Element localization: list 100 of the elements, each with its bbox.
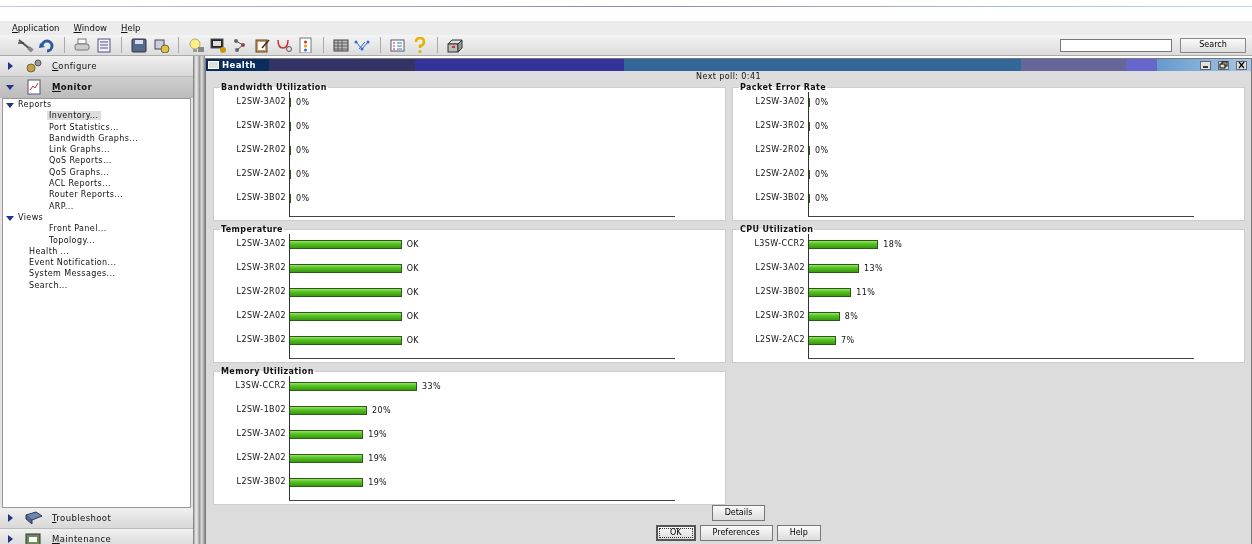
device-label: L2SW-3B02 <box>236 335 286 344</box>
value-label: OK <box>405 312 419 321</box>
value-label: OK <box>405 336 419 345</box>
device-label: L2SW-3A02 <box>236 97 286 106</box>
device-label: L2SW-2R02 <box>236 287 286 296</box>
device-label: L2SW-2AC2 <box>755 335 805 344</box>
tree-item[interactable]: Views <box>18 211 44 224</box>
window-icon <box>208 61 219 69</box>
checklist-icon[interactable] <box>95 37 113 53</box>
value-label: 0% <box>295 170 310 179</box>
device-label: L2SW-3B02 <box>755 287 805 296</box>
list-chart-icon[interactable] <box>389 37 407 53</box>
restore-icon[interactable] <box>1219 61 1228 69</box>
value-label: 0% <box>295 122 310 131</box>
device-label: L2SW-1B02 <box>236 405 286 414</box>
tree-item[interactable]: QoS Reports... <box>47 156 114 166</box>
value-label: 0% <box>814 122 829 131</box>
device-label: L2SW-3R02 <box>755 121 805 130</box>
device-label: L3SW-CCR2 <box>754 239 805 248</box>
plug-icon[interactable] <box>16 37 34 53</box>
value-label: 19% <box>367 430 388 439</box>
monitor-icon[interactable] <box>209 37 227 53</box>
splitter-handle[interactable] <box>194 56 205 544</box>
caret-down-icon[interactable] <box>6 213 14 222</box>
search-field[interactable] <box>1060 38 1172 52</box>
tree-item[interactable]: Front Panel... <box>47 224 109 234</box>
value-label: 0% <box>814 98 829 107</box>
section-header[interactable]: Maintenance <box>0 529 193 544</box>
caret-down-icon[interactable] <box>6 83 14 91</box>
value-label: 19% <box>367 454 388 463</box>
panel-title: Temperature <box>220 225 284 234</box>
value-label: 0% <box>295 146 310 155</box>
stethoscope-icon[interactable] <box>275 37 293 53</box>
window-title: Health <box>222 58 257 72</box>
value-label: 33% <box>421 382 442 391</box>
value-label: 0% <box>814 194 829 203</box>
device-label: L3SW-CCR2 <box>235 381 286 390</box>
tree-item[interactable]: Inventory... <box>47 111 101 121</box>
tree-item[interactable]: Bandwidth Graphs... <box>47 133 141 143</box>
tree-item[interactable]: ARP... <box>47 201 76 211</box>
caret-right-icon[interactable] <box>6 514 14 522</box>
device-label: L2SW-2A02 <box>236 453 286 462</box>
value-label: 0% <box>295 194 310 203</box>
device-label: L2SW-2A02 <box>236 311 286 320</box>
menu-item[interactable]: Application <box>12 21 60 35</box>
section-icon <box>24 78 44 96</box>
tree-item[interactable]: System Messages... <box>29 269 116 279</box>
caret-down-icon[interactable] <box>6 100 14 109</box>
tree-item[interactable]: Port Statistics... <box>47 122 121 132</box>
tree-item[interactable]: Health ... <box>29 246 70 256</box>
device-label: L2SW-3R02 <box>755 311 805 320</box>
next-poll-text: Next poll: 0:41 <box>696 71 761 83</box>
section-icon <box>24 57 44 75</box>
tree-item[interactable]: Search... <box>29 280 68 290</box>
device-label: L2SW-3A02 <box>236 239 286 248</box>
section-header[interactable]: Configure <box>0 56 193 77</box>
menu-item[interactable]: Help <box>121 21 141 35</box>
tree-item[interactable]: Event Notification... <box>29 258 117 268</box>
document-icon[interactable] <box>297 37 315 53</box>
caret-right-icon[interactable] <box>6 535 14 543</box>
value-label: 0% <box>295 98 310 107</box>
box-icon[interactable] <box>446 37 464 53</box>
value-label: 8% <box>843 312 859 321</box>
section-header[interactable]: Monitor <box>0 77 193 98</box>
value-label: 13% <box>863 264 884 273</box>
value-label: 11% <box>855 288 876 297</box>
value-label: OK <box>405 264 419 273</box>
device-label: L2SW-2A02 <box>236 169 286 178</box>
value-label: 0% <box>814 170 829 179</box>
value-label: 0% <box>814 146 829 155</box>
close-icon[interactable] <box>1237 61 1246 69</box>
tree-item[interactable]: Router Reports... <box>47 190 126 200</box>
value-label: OK <box>405 288 419 297</box>
tree-item[interactable]: ACL Reports... <box>47 179 113 189</box>
device-label: L2SW-3R02 <box>236 263 286 272</box>
menu-item[interactable]: Window <box>73 21 108 35</box>
dialog-button[interactable]: Help <box>776 525 821 541</box>
tree-item[interactable]: Topology... <box>47 235 98 245</box>
tree-item[interactable]: QoS Graphs... <box>47 167 112 177</box>
search-button[interactable]: Search <box>1180 37 1246 53</box>
panel-title: Memory Utilization <box>220 367 315 376</box>
tree-item[interactable]: Link Graphs... <box>47 145 112 155</box>
device-label: L2SW-2R02 <box>755 145 805 154</box>
details-button[interactable]: Details <box>711 505 766 521</box>
caret-right-icon[interactable] <box>6 62 14 70</box>
section-icon <box>24 530 44 544</box>
value-label: 20% <box>371 406 391 415</box>
server-rack-icon[interactable] <box>332 37 350 53</box>
device-label: L2SW-3B02 <box>755 193 805 202</box>
device-label: L2SW-3A02 <box>755 97 805 106</box>
value-label: 18% <box>882 240 903 249</box>
printer-icon[interactable] <box>73 37 91 53</box>
value-label: OK <box>405 240 419 249</box>
device-label: L2SW-3A02 <box>755 263 805 272</box>
tree-item[interactable]: Reports <box>18 99 52 111</box>
clipboard-icon[interactable] <box>253 37 271 53</box>
dialog-button[interactable]: Preferences <box>699 525 773 541</box>
refresh-icon[interactable] <box>38 37 56 53</box>
device-label: L2SW-3B02 <box>236 477 286 486</box>
section-header[interactable]: Troubleshoot <box>0 508 193 529</box>
